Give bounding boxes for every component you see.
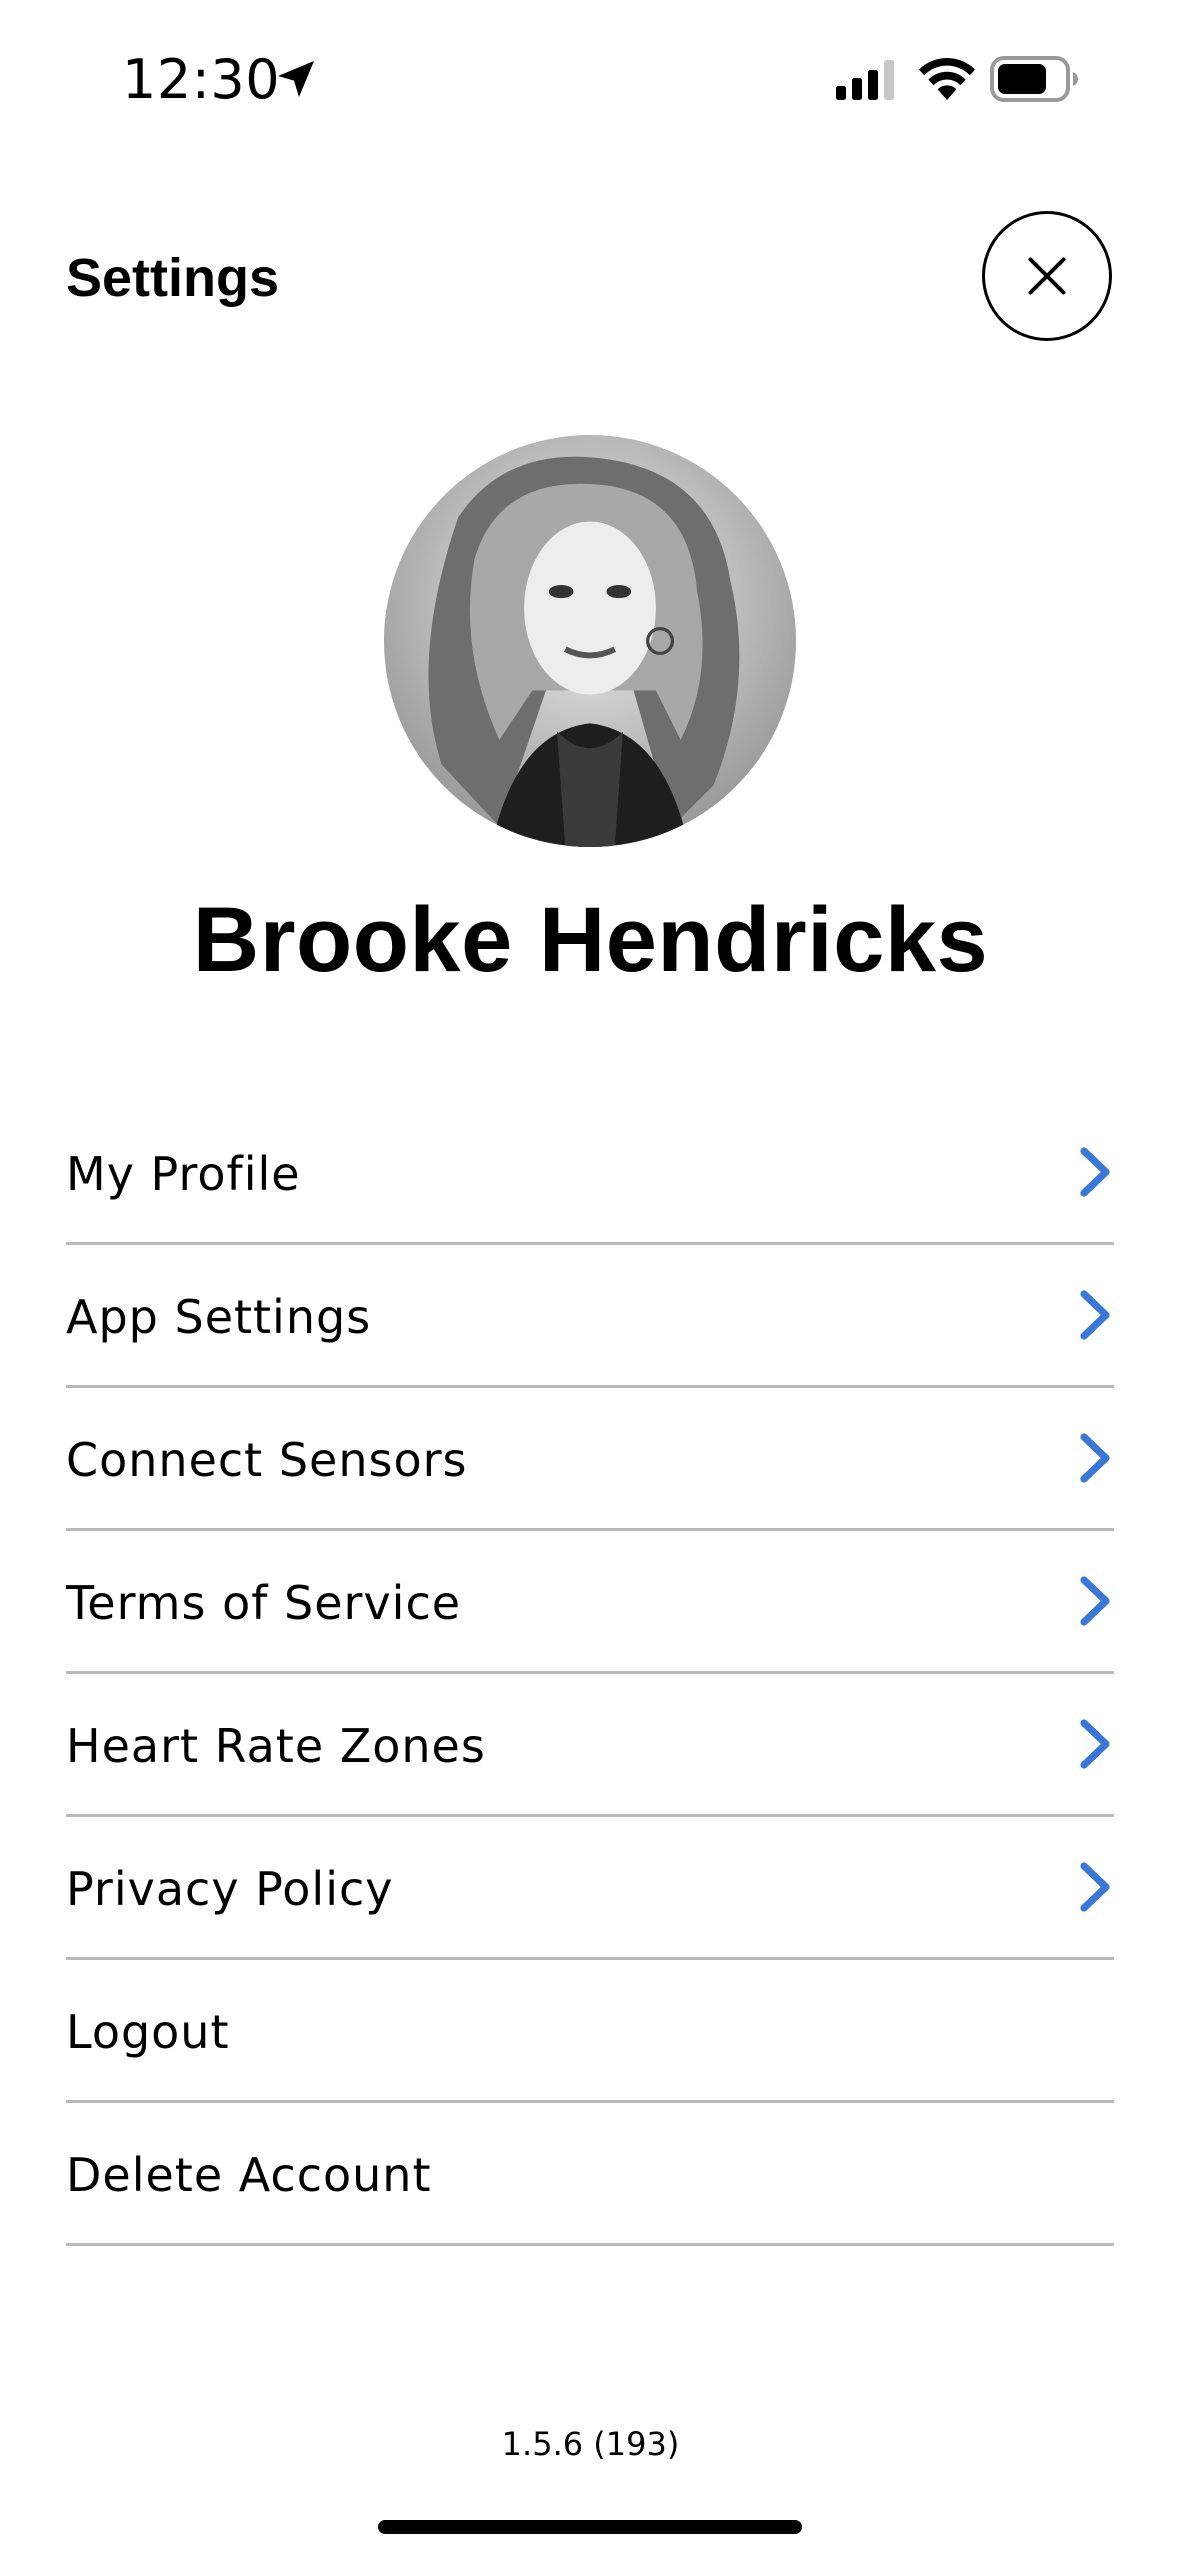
wifi-icon [916,54,978,100]
menu-item-terms-of-service[interactable]: Terms of Service [66,1531,1114,1674]
menu-item-connect-sensors[interactable]: Connect Sensors [66,1388,1114,1531]
menu-item-heart-rate-zones[interactable]: Heart Rate Zones [66,1674,1114,1817]
menu-item-label: Connect Sensors [66,1433,468,1487]
menu-item-label: Logout [66,2005,230,2059]
menu-item-delete-account[interactable]: Delete Account [66,2103,1114,2246]
battery-icon [990,56,1080,102]
chevron-right-icon [1078,1290,1112,1340]
settings-menu: My Profile App Settings Connect Sensors … [66,1102,1114,2246]
menu-item-my-profile[interactable]: My Profile [66,1102,1114,1245]
user-name: Brooke Hendricks [192,889,989,991]
page-title: Settings [66,248,280,308]
chevron-right-icon [1078,1433,1112,1483]
location-arrow-icon [272,55,320,103]
cellular-signal-icon [836,60,900,100]
chevron-right-icon [1078,1719,1112,1769]
status-bar: 12:30 [0,0,1181,160]
status-time: 12:30 [122,48,281,111]
menu-item-logout[interactable]: Logout [66,1960,1114,2103]
chevron-right-icon [1078,1576,1112,1626]
close-button[interactable] [982,211,1112,341]
app-version: 1.5.6 (193) [501,2425,680,2463]
chevron-right-icon [1078,1147,1112,1197]
menu-item-label: App Settings [66,1290,372,1344]
menu-item-label: Privacy Policy [66,1862,394,1916]
menu-item-privacy-policy[interactable]: Privacy Policy [66,1817,1114,1960]
menu-item-label: My Profile [66,1147,301,1201]
avatar [384,435,796,847]
chevron-right-icon [1078,1862,1112,1912]
menu-item-label: Terms of Service [66,1576,462,1630]
menu-item-label: Delete Account [66,2148,432,2202]
close-icon [1028,257,1066,295]
menu-item-app-settings[interactable]: App Settings [66,1245,1114,1388]
home-indicator[interactable] [378,2520,802,2534]
menu-item-label: Heart Rate Zones [66,1719,486,1773]
